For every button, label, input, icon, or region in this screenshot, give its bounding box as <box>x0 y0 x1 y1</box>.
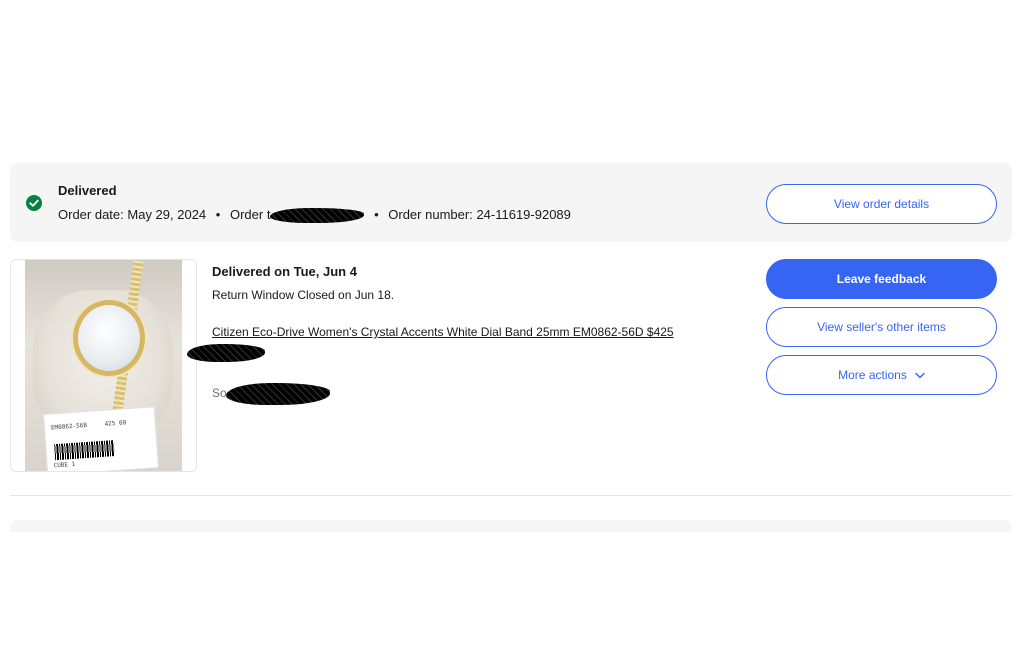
item-title-link[interactable]: Citizen Eco-Drive Women's Crystal Accent… <box>212 325 674 339</box>
separator-dot: • <box>374 207 379 222</box>
redacted-order-total <box>270 208 365 224</box>
order-number-label: Order number: <box>388 207 473 222</box>
barcode <box>54 440 116 461</box>
order-number-value: 24-11619-92089 <box>476 207 571 222</box>
tag-model: CUBE 1 <box>53 460 76 470</box>
order-meta: Order date: May 29, 2024 • Order t • Ord… <box>58 207 571 224</box>
delivered-on-text: Delivered on Tue, Jun 4 <box>212 264 357 279</box>
sold-by-prefix: So <box>212 386 227 400</box>
watch-photo: EM0862-56B 425 00 CUBE 1 <box>25 260 182 471</box>
watch-face <box>73 300 145 376</box>
leave-feedback-button[interactable]: Leave feedback <box>766 259 997 299</box>
order-total-label: Order t <box>229 207 271 222</box>
price-tag-text: EM0862-56B 425 00 <box>51 419 127 431</box>
item-thumbnail[interactable]: EM0862-56B 425 00 CUBE 1 <box>10 259 197 472</box>
tag-price: 425 00 <box>104 419 127 428</box>
divider <box>10 495 1012 496</box>
next-order-card <box>10 520 1012 532</box>
view-order-details-button[interactable]: View order details <box>766 184 997 224</box>
return-window-text: Return Window Closed on Jun 18. <box>212 288 395 302</box>
more-actions-label: More actions <box>838 368 907 382</box>
order-date-value: May 29, 2024 <box>127 207 207 222</box>
order-date-label: Order date: <box>58 207 124 222</box>
more-actions-button[interactable]: More actions <box>766 355 997 395</box>
check-circle-icon <box>26 195 42 211</box>
chevron-down-icon <box>915 368 925 382</box>
price-tag: EM0862-56B 425 00 CUBE 1 <box>42 406 160 471</box>
tag-sku: EM0862-56B <box>50 421 88 432</box>
order-status: Delivered <box>58 183 117 198</box>
view-seller-items-button[interactable]: View seller's other items <box>766 307 997 347</box>
redacted-seller <box>226 383 330 405</box>
redacted-price <box>187 344 265 362</box>
separator-dot: • <box>215 207 221 222</box>
